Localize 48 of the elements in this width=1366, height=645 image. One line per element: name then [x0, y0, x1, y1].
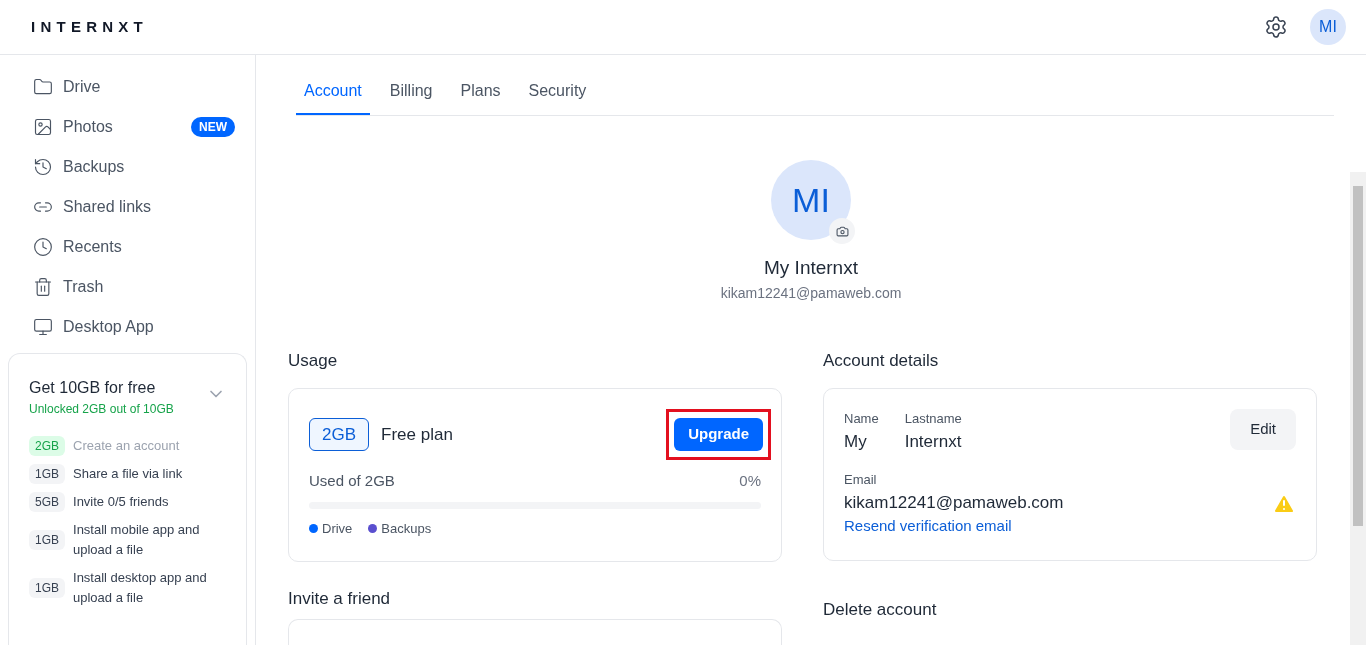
field-label: Lastname — [904, 410, 962, 428]
edit-button[interactable]: Edit — [1230, 409, 1296, 450]
reward-badge: 5GB — [29, 492, 65, 512]
avatar[interactable]: MI — [1310, 9, 1346, 45]
profile-avatar: MI — [771, 160, 851, 240]
new-badge: NEW — [191, 117, 235, 137]
section-heading: Delete account — [823, 598, 938, 621]
task-label: Install mobile app and upload a file — [73, 521, 201, 559]
sidebar-item[interactable]: Recents — [8, 227, 247, 267]
task-label: Create an account — [73, 437, 180, 455]
profile-name: My Internxt — [764, 256, 858, 280]
tab[interactable]: Account — [296, 79, 370, 115]
reward-badge: 1GB — [29, 578, 65, 598]
section-heading: Invite a friend — [288, 587, 392, 610]
reward-badge: 1GB — [29, 464, 65, 484]
promo-subtitle: Unlocked 2GB out of 10GB — [29, 401, 174, 418]
upgrade-button[interactable]: Upgrade — [674, 418, 763, 451]
reward-badge: 1GB — [29, 530, 65, 550]
profile-email: kikam12241@pamaweb.com — [720, 283, 902, 303]
sidebar-item[interactable]: Trash — [8, 267, 247, 307]
tab[interactable]: Security — [520, 79, 595, 115]
sidebar-item[interactable]: Drive — [8, 67, 247, 107]
plan-size-badge: 2GB — [309, 417, 370, 451]
usage-label: Used of 2GB — [309, 470, 395, 491]
field-label: Name — [844, 410, 879, 428]
tab[interactable]: Billing — [381, 79, 441, 115]
task-label: Invite 0/5 friends — [73, 493, 169, 511]
name-value: My — [844, 430, 868, 453]
sidebar-item[interactable]: Photos NEW — [8, 107, 247, 147]
section-heading: Account details — [823, 349, 940, 372]
usage-percent: 0% — [739, 470, 761, 491]
lastname-value: Internxt — [904, 430, 962, 453]
section-heading: Usage — [288, 349, 339, 372]
resend-link[interactable]: Resend verification email — [844, 515, 1064, 538]
legend-label: Backups — [381, 520, 432, 538]
reward-badge: 2GB — [29, 436, 65, 456]
promo-title: Get 10GB for free — [29, 378, 157, 398]
field-label: Email — [844, 471, 878, 489]
legend-label: Drive — [322, 520, 353, 538]
sidebar-item[interactable]: Shared links — [8, 187, 247, 227]
task-label: Install desktop app and upload a file — [73, 569, 208, 607]
tab[interactable]: Plans — [452, 79, 509, 115]
sidebar-item[interactable]: Desktop App — [8, 307, 247, 347]
task-label: Share a file via link — [73, 465, 183, 483]
email-value: kikam12241@pamaweb.com — [844, 491, 1064, 514]
sidebar-item[interactable]: Backups — [8, 147, 247, 187]
logo: INTERNXT — [31, 16, 148, 37]
plan-name: Free plan — [381, 423, 453, 446]
